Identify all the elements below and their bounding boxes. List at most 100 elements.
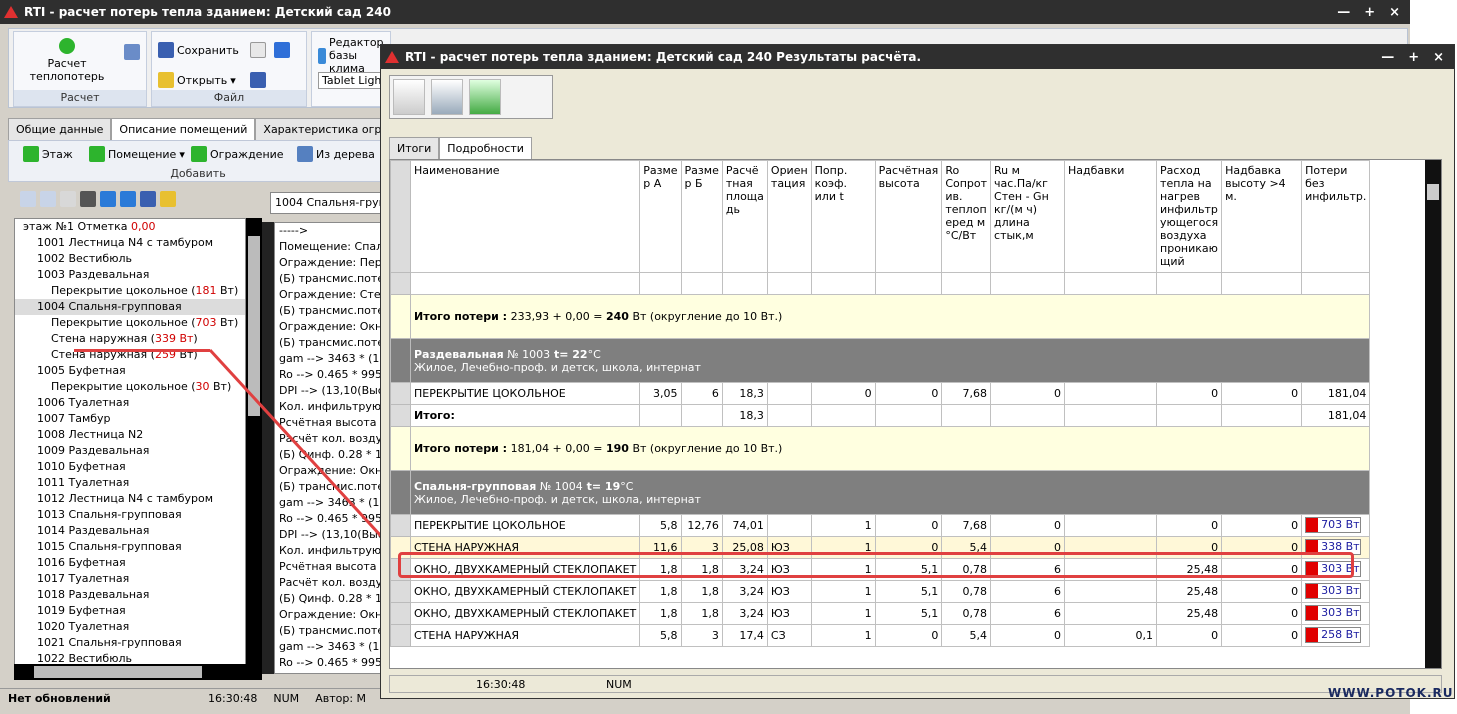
table-cell: 5,8 (639, 624, 682, 647)
subtotal-row: Итого: 18,3 181,04 (390, 404, 1371, 427)
table-row[interactable]: ОКНО, ДВУХКАМЕРНЫЙ СТЕКЛОПАКЕТ 1,8 1,8 3,24… (390, 580, 1371, 603)
column-header[interactable]: Ru м час.Па/кг Стен - Gн кг/(м ч) длина … (990, 160, 1066, 273)
column-header[interactable]: Расчётная высота (874, 160, 943, 273)
tab-totals[interactable]: Итоги (389, 137, 440, 159)
room-name: Раздевальная (414, 347, 504, 361)
column-header[interactable]: Расход тепла на нагрев инфильтр ующегося… (1156, 160, 1223, 273)
total-label: Итого потери : (414, 310, 508, 323)
table-cell: 0 (1221, 558, 1303, 581)
table-row[interactable]: ОКНО, ДВУХКАМЕРНЫЙ СТЕКЛОПАКЕТ 1,8 1,8 3,24… (390, 602, 1371, 625)
table-row[interactable]: ПЕРЕКРЫТИЕ ЦОКОЛЬНОЕ 5,8 12,76 74,01 1 0 7,68 0… (390, 514, 1371, 537)
table-row[interactable]: ОКНО, ДВУХКАМЕРНЫЙ СТЕКЛОПАКЕТ 1,8 1,8 3,24… (390, 558, 1371, 581)
table-cell: 303 Вт (1301, 602, 1371, 625)
table-cell: 18,3 (721, 404, 768, 427)
report-check-icon[interactable] (431, 79, 463, 115)
row-header-cell (390, 272, 411, 295)
table-cell: 0 (990, 536, 1066, 559)
tab-details[interactable]: Подробности (439, 137, 532, 159)
table-cell: 1 (810, 514, 876, 537)
minimize-icon[interactable]: — (1381, 50, 1394, 65)
row-header-cell (390, 338, 411, 383)
column-header[interactable]: Наименование (409, 160, 641, 273)
room-name: Спальня-групповая (414, 479, 537, 493)
grid-scrollbar[interactable] (1425, 160, 1441, 668)
table-cell: 5,1 (874, 580, 943, 603)
table-row[interactable]: ПЕРЕКРЫТИЕ ЦОКОЛЬНОЕ 3,05 6 18,3 0 0 7,68 0 0 0 18… (390, 382, 1371, 405)
loss-value: 338 Вт (1321, 540, 1360, 553)
table-cell: ОКНО, ДВУХКАМЕРНЫЙ СТЕКЛОПАКЕТ (409, 602, 641, 625)
room-num: № 1003 (503, 347, 551, 361)
table-cell: 1,8 (639, 558, 682, 581)
table-cell: 0,78 (941, 602, 992, 625)
table-cell: 1,8 (680, 580, 723, 603)
column-header[interactable]: Ориен тация (766, 160, 812, 273)
total-label: Итого потери : (414, 442, 508, 455)
column-header[interactable]: Ro Сопрот ив. теплоп еред м °C/Вт (941, 160, 992, 273)
row-header-cell (390, 514, 411, 537)
table-cell (680, 404, 723, 427)
table-cell (639, 404, 682, 427)
grid-scroll-thumb[interactable] (1427, 184, 1439, 200)
table-cell (874, 272, 943, 295)
table-cell (1064, 272, 1158, 295)
table-cell (766, 514, 812, 537)
table-cell (990, 404, 1066, 427)
total-tail: Вт (округление до 10 Вт.) (628, 310, 783, 323)
watermark: WWW.POTOK.RU (1328, 686, 1454, 700)
table-cell: 6 (990, 602, 1066, 625)
header-row: Наименование Разме р А Разме р Б Расчё тная… (390, 160, 1371, 273)
table-cell: 1 (810, 580, 876, 603)
table-cell: 3 (680, 536, 723, 559)
maximize-icon[interactable]: + (1408, 50, 1419, 65)
column-header[interactable]: Надбавки (1064, 160, 1158, 273)
table-cell: ОКНО, ДВУХКАМЕРНЫЙ СТЕКЛОПАКЕТ (409, 580, 641, 603)
table-cell: 6 (990, 558, 1066, 581)
table-cell: 0 (874, 382, 943, 405)
column-header[interactable]: Попр. коэф. или t (810, 160, 876, 273)
results-grid: Наименование Разме р А Разме р Б Расчё тная… (389, 159, 1442, 669)
table-cell (941, 272, 992, 295)
table-cell: ЮЗ (766, 580, 812, 603)
table-cell (941, 404, 992, 427)
table-cell: 0 (1221, 536, 1303, 559)
table-cell: 0,78 (941, 558, 992, 581)
table-cell: 5,4 (941, 624, 992, 647)
close-icon[interactable]: × (1433, 50, 1444, 65)
table-row[interactable]: СТЕНА НАРУЖНАЯ 5,8 3 17,4 СЗ 1 0 5,4 0 0,1 0 0 258 В… (390, 624, 1371, 647)
table-cell (1064, 382, 1158, 405)
room-section-row: Спальня-групповая № 1004 t= 19°C Жилое, Л… (390, 470, 1371, 515)
room-section-row: Раздевальная № 1003 t= 22°C Жилое, Лечебн… (390, 338, 1371, 383)
table-cell: 5,1 (874, 558, 943, 581)
loss-bar: 258 Вт (1305, 626, 1362, 643)
table-cell (1064, 514, 1158, 537)
total-expr: 233,93 + 0,00 = (507, 310, 606, 323)
row-header-cell (390, 404, 411, 427)
table-cell: 11,6 (639, 536, 682, 559)
column-header[interactable]: Надбавка высоту >4 м. (1221, 160, 1303, 273)
table-cell: 181,04 (1301, 404, 1371, 427)
total-tail: Вт (округление до 10 Вт.) (628, 442, 783, 455)
table-cell: 1,8 (639, 602, 682, 625)
table-cell: 0 (1221, 514, 1303, 537)
room-desc: Жилое, Лечебно-проф. и детск, школа, инт… (414, 360, 701, 374)
table-cell: ПЕРЕКРЫТИЕ ЦОКОЛЬНОЕ (409, 382, 641, 405)
printer-icon[interactable] (393, 79, 425, 115)
table-cell: 17,4 (721, 624, 768, 647)
dialog-status-time: 16:30:48 (476, 677, 526, 691)
column-header[interactable]: Разме р А (639, 160, 682, 273)
row-header-cell (390, 382, 411, 405)
column-header[interactable]: Разме р Б (680, 160, 723, 273)
column-header[interactable]: Расчё тная площа дь (721, 160, 768, 273)
table-cell: 0 (1221, 580, 1303, 603)
table-cell (1064, 602, 1158, 625)
table-cell: 7,68 (941, 382, 992, 405)
table-row[interactable]: СТЕНА НАРУЖНАЯ 11,6 3 25,08 ЮЗ 1 0 5,4 0 0 0 338 Вт (390, 536, 1371, 559)
column-header[interactable]: Потери без инфильтр. (1301, 160, 1371, 273)
table-cell: ПЕРЕКРЫТИЕ ЦОКОЛЬНОЕ (409, 514, 641, 537)
table-cell (766, 272, 812, 295)
dialog-toolbar (389, 75, 553, 119)
table-cell (1064, 558, 1158, 581)
table-cell: 338 Вт (1301, 536, 1371, 559)
table-cell: 3 (680, 624, 723, 647)
exit-door-icon[interactable] (469, 79, 501, 115)
